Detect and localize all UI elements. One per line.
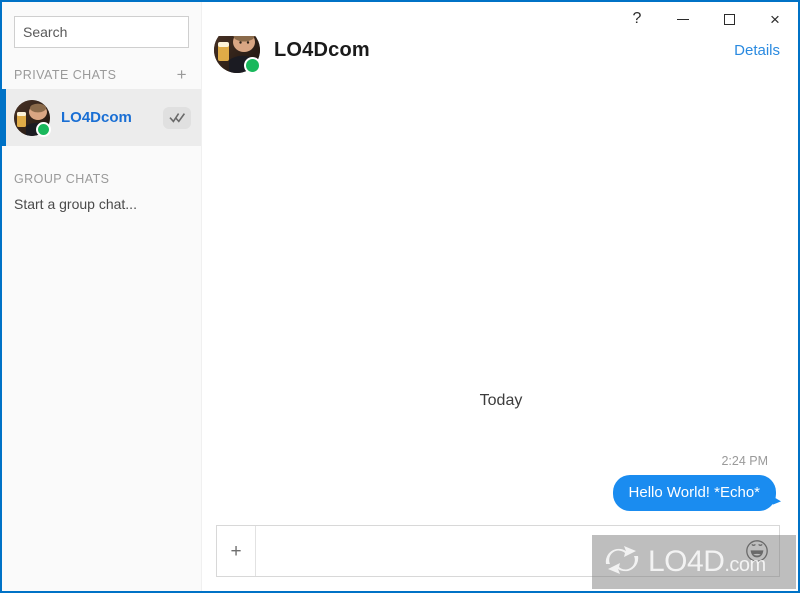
attach-button[interactable]: + bbox=[217, 526, 256, 576]
avatar bbox=[14, 99, 51, 137]
search-input[interactable] bbox=[14, 16, 189, 48]
start-group-chat-link[interactable]: Start a group chat... bbox=[2, 190, 201, 212]
app-window: PRIVATE CHATS + bbox=[0, 0, 800, 593]
message-timestamp: 2:24 PM bbox=[721, 454, 768, 468]
search-container bbox=[2, 2, 201, 48]
add-private-chat-button[interactable]: + bbox=[175, 66, 189, 83]
smiley-icon bbox=[746, 540, 768, 562]
close-button[interactable]: × bbox=[752, 2, 798, 36]
double-check-glyph bbox=[168, 113, 185, 123]
message-list: Today 2:24 PM Hello World! *Echo* bbox=[204, 98, 798, 525]
window-controls: ? × bbox=[204, 2, 798, 36]
main-panel: LO4Dcom Details Today 2:24 PM Hello Worl… bbox=[204, 2, 798, 591]
minimize-icon bbox=[677, 18, 689, 20]
status-dot-online bbox=[244, 57, 261, 74]
details-link[interactable]: Details bbox=[734, 42, 780, 59]
sidebar-item-lo4dcom[interactable]: LO4Dcom bbox=[2, 89, 201, 146]
sidebar: PRIVATE CHATS + bbox=[2, 2, 202, 591]
minimize-button[interactable] bbox=[660, 2, 706, 36]
status-dot-online bbox=[36, 121, 51, 137]
composer: + bbox=[216, 525, 780, 577]
group-chats-header: GROUP CHATS bbox=[14, 172, 110, 186]
help-icon: ? bbox=[632, 10, 642, 27]
message-input[interactable] bbox=[256, 526, 735, 576]
emoji-button[interactable] bbox=[735, 526, 779, 576]
help-button[interactable]: ? bbox=[614, 2, 660, 36]
maximize-button[interactable] bbox=[706, 2, 752, 36]
message-row: 2:24 PM Hello World! *Echo* bbox=[222, 454, 780, 525]
maximize-icon bbox=[723, 13, 735, 25]
close-icon: × bbox=[770, 9, 780, 29]
day-divider: Today bbox=[479, 392, 523, 409]
private-chats-header: PRIVATE CHATS + bbox=[2, 48, 201, 89]
private-chats-label: PRIVATE CHATS bbox=[14, 67, 117, 82]
sidebar-item-label: LO4Dcom bbox=[61, 109, 132, 126]
page-title: LO4Dcom bbox=[274, 38, 370, 61]
double-check-icon bbox=[163, 106, 191, 129]
message-bubble-outgoing[interactable]: Hello World! *Echo* bbox=[612, 475, 776, 511]
